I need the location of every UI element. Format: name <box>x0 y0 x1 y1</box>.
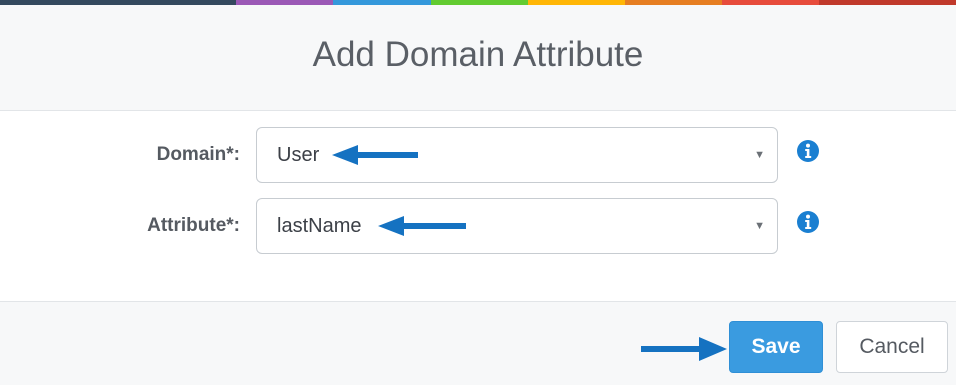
chevron-down-icon: ▼ <box>754 220 765 232</box>
left-arrow-annotation-icon <box>378 216 466 236</box>
info-circle-icon[interactable] <box>796 139 820 163</box>
modal-footer: Save Cancel <box>0 301 956 385</box>
domain-row: Domain*: User ▼ <box>0 127 956 183</box>
attribute-row: Attribute*: lastName ▼ <box>0 198 956 254</box>
info-circle-icon[interactable] <box>796 210 820 234</box>
chevron-down-icon: ▼ <box>754 149 765 161</box>
right-arrow-annotation-icon <box>641 337 727 361</box>
attribute-label: Attribute*: <box>147 215 240 236</box>
save-button[interactable]: Save <box>729 321 823 373</box>
modal-title: Add Domain Attribute <box>312 35 644 74</box>
cancel-button[interactable]: Cancel <box>836 321 948 373</box>
domain-select-value: User <box>277 144 320 166</box>
attribute-select[interactable]: lastName ▼ <box>256 198 778 254</box>
attribute-select-value: lastName <box>277 215 362 237</box>
modal-header: Add Domain Attribute <box>0 5 956 111</box>
modal-body: Domain*: User ▼ Attribute*: lastName ▼ <box>0 111 956 301</box>
domain-label: Domain*: <box>156 144 240 165</box>
left-arrow-annotation-icon <box>332 145 418 165</box>
